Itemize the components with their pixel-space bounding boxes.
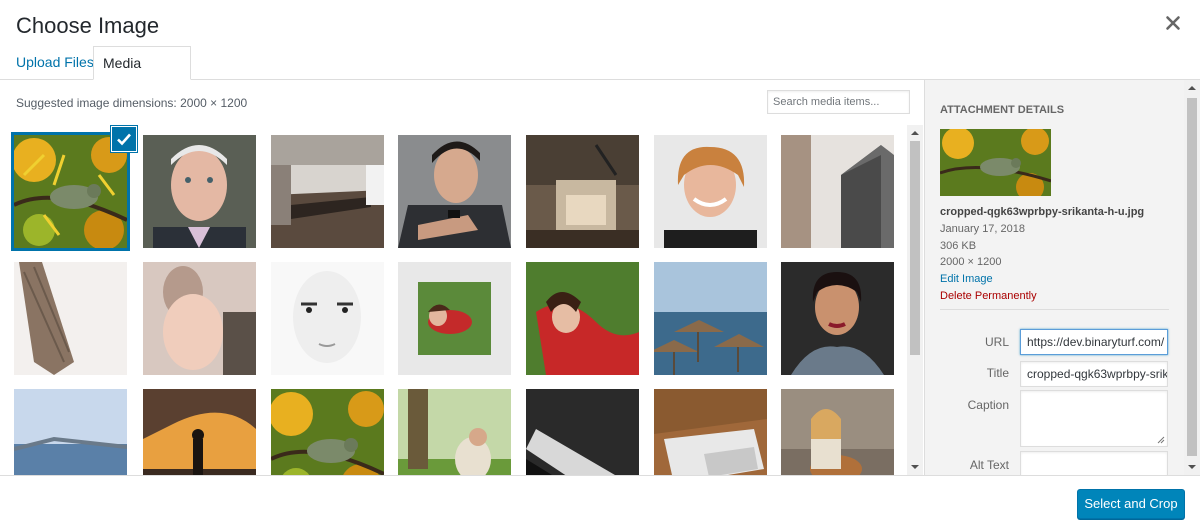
attachment-thumbnail[interactable] [526, 389, 639, 475]
caption-label: Caption [967, 398, 1009, 412]
delete-permanently-link[interactable]: Delete Permanently [940, 288, 1180, 305]
url-label: URL [984, 335, 1009, 349]
alt-text-field[interactable] [1020, 451, 1168, 475]
attachment-thumbnail[interactable] [14, 389, 127, 475]
attachment-date: January 17, 2018 [940, 222, 1026, 235]
attachment-preview [940, 129, 1051, 196]
attachments-grid [0, 125, 905, 475]
attachment-thumbnail[interactable] [526, 262, 639, 375]
router-tabs: Upload Files Media Library [0, 46, 1200, 103]
attachment-thumbnail[interactable] [143, 262, 256, 375]
search-input[interactable] [767, 90, 910, 114]
attachment-filesize: 306 KB [940, 239, 977, 252]
attachment-thumbnail[interactable] [781, 389, 894, 475]
scroll-down-icon[interactable] [907, 459, 923, 475]
attachments-browser: Suggested image dimensions: 2000 × 1200 [0, 80, 924, 475]
attachment-thumbnail[interactable] [781, 135, 894, 248]
attachment-thumbnail[interactable] [271, 135, 384, 248]
sidebar-scrollbar[interactable] [1184, 80, 1200, 475]
attachment-thumbnail[interactable] [398, 262, 511, 375]
attachment-thumbnail[interactable] [271, 389, 384, 475]
attachment-thumbnail[interactable] [654, 135, 767, 248]
attachment-thumbnail[interactable] [781, 262, 894, 375]
attachment-filename: cropped-qgk63wprbpy-srikanta-h-u.jpg [940, 206, 1145, 218]
sidebar-scroll-up-icon[interactable] [1184, 80, 1200, 96]
select-and-crop-button[interactable]: Select and Crop [1077, 489, 1185, 519]
attachment-thumbnail[interactable] [654, 389, 767, 475]
sidebar-scrollbar-thumb[interactable] [1187, 98, 1197, 456]
attachment-thumbnail[interactable] [271, 262, 384, 375]
tab-media-library[interactable]: Media Library [93, 46, 191, 103]
attachment-details-sidebar: Attachment Details cropped-qgk63wprbpy-s… [924, 80, 1200, 475]
modal-title: Choose Image [16, 13, 160, 38]
tab-upload-files[interactable]: Upload Files [7, 46, 103, 80]
attachment-thumbnail[interactable] [526, 135, 639, 248]
attachment-meta: cropped-qgk63wprbpy-srikanta-h-u.jpg Jan… [940, 204, 1180, 305]
title-label: Title [986, 366, 1009, 380]
alt-text-label: Alt Text [969, 458, 1009, 472]
modal-toolbar: Select and Crop [0, 475, 1200, 530]
scroll-up-icon[interactable] [907, 125, 923, 141]
suggested-dimensions: Suggested image dimensions: 2000 × 1200 [16, 96, 248, 110]
attachment-details-heading: Attachment Details [940, 104, 1065, 116]
sidebar-scroll-down-icon[interactable] [1184, 459, 1200, 475]
selected-check-icon[interactable] [112, 127, 136, 151]
caption-field[interactable] [1020, 390, 1168, 447]
details-divider [940, 309, 1169, 310]
media-modal: Choose Image Upload Files Media Library … [0, 0, 1200, 530]
title-field[interactable]: cropped-qgk63wprbpy-srikanta [1020, 361, 1168, 387]
close-icon[interactable] [1164, 14, 1182, 32]
attachment-thumbnail[interactable] [398, 389, 511, 475]
edit-image-link[interactable]: Edit Image [940, 271, 1180, 288]
url-field[interactable]: https://dev.binaryturf.com/ [1020, 329, 1168, 355]
grid-scrollbar[interactable] [907, 125, 923, 475]
attachment-dimensions: 2000 × 1200 [940, 256, 1002, 269]
attachment-thumbnail[interactable] [143, 135, 256, 248]
attachment-thumbnail[interactable] [14, 262, 127, 375]
attachment-thumbnail[interactable] [398, 135, 511, 248]
attachment-thumbnail[interactable] [654, 262, 767, 375]
resize-handle-icon[interactable] [1157, 436, 1165, 444]
attachment-thumbnail[interactable] [11, 132, 130, 251]
scrollbar-thumb[interactable] [910, 141, 920, 355]
attachment-thumbnail[interactable] [143, 389, 256, 475]
